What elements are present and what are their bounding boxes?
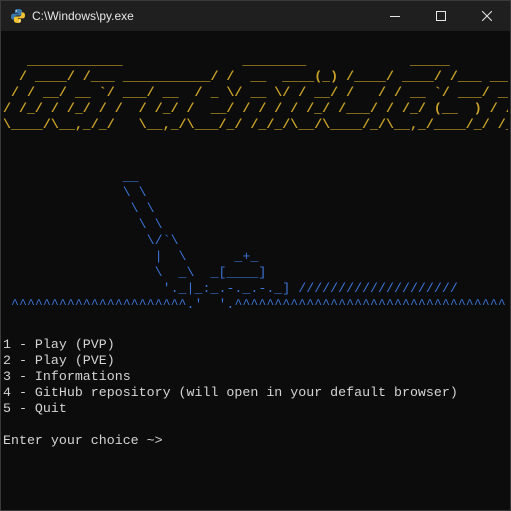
maximize-icon [436, 11, 446, 21]
window-controls [372, 1, 510, 31]
ascii-lawnmower: __ \ \ \ \ \ \ \/`\ | \ _+_ \ _\ _[____]… [10, 169, 506, 312]
ascii-logo: ____________ ________ _____ _ / ____/ /_… [3, 53, 508, 132]
menu-item-quit: 5 - Quit [3, 401, 67, 416]
close-icon [482, 11, 492, 21]
menu-item-play-pvp: 1 - Play (PVP) [3, 337, 115, 352]
menu-list: 1 - Play (PVP) 2 - Play (PVE) 3 - Inform… [3, 337, 508, 417]
minimize-button[interactable] [372, 1, 418, 31]
python-icon [10, 8, 26, 24]
input-prompt[interactable]: Enter your choice ~> [3, 433, 508, 449]
title-bar[interactable]: C:\Windows\py.exe [1, 1, 510, 31]
maximize-button[interactable] [418, 1, 464, 31]
menu-item-github: 4 - GitHub repository (will open in your… [3, 385, 458, 400]
menu-item-play-pve: 2 - Play (PVE) [3, 353, 115, 368]
prompt-label: Enter your choice ~> [3, 433, 163, 448]
close-button[interactable] [464, 1, 510, 31]
console-output[interactable]: ____________ ________ _____ _ / ____/ /_… [3, 53, 508, 508]
console-window: C:\Windows\py.exe ____________ ________ … [0, 0, 511, 511]
menu-item-informations: 3 - Informations [3, 369, 131, 384]
window-title: C:\Windows\py.exe [32, 9, 134, 23]
minimize-icon [390, 16, 400, 17]
